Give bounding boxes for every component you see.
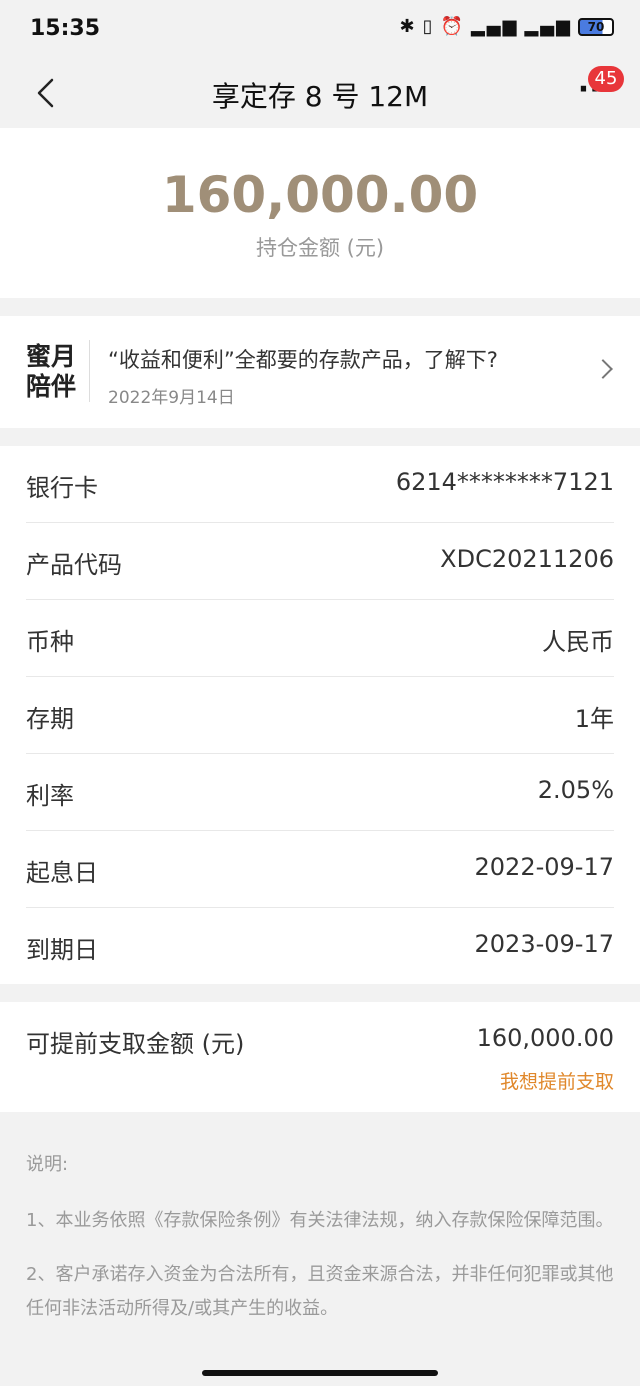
promo-logo-line1: 蜜月 [26,342,77,371]
nav-bar: 享定存 8 号 12M ··· 45 [0,58,640,128]
detail-label: 银行卡 [26,474,98,502]
promo-banner[interactable]: 蜜月 陪伴 “收益和便利”全都要的存款产品，了解下? 2022年9月14日 [0,316,640,428]
note-item: 2、客户承诺存入资金为合法所有，且资金来源合法，并非任何犯罪或其他任何非法活动所… [26,1264,614,1319]
promo-divider [89,340,90,402]
alarm-icon: ⏰ [440,16,465,37]
detail-row-value-date: 起息日 2022-09-17 [26,831,614,908]
vibrate-icon: ▯ [422,16,435,37]
battery-icon: 70 [578,17,614,36]
detail-label: 币种 [26,628,74,656]
detail-value: 2.05% [537,776,614,804]
detail-label: 到期日 [26,936,98,964]
notes-section: 说明: 1、本业务依照《存款保险条例》有关法律法规，纳入存款保险保障范围。 2、… [26,1148,616,1346]
holding-amount-label: 持仓金额 (元) [255,236,385,260]
status-time: 15:35 [30,16,101,41]
status-bar: 15:35 ✱ ▯ ⏰ ▂▄▆ ▂▄▆ 70 [0,0,640,58]
detail-value: 1年 [574,705,614,733]
promo-logo: 蜜月 陪伴 [26,342,82,402]
signal-icon: ▂▄▆ [470,16,519,37]
detail-value: 6214********7121 [395,468,614,496]
signal-2-icon: ▂▄▆ [524,16,572,37]
promo-date: 2022年9月14日 [108,388,235,408]
detail-label: 产品代码 [26,551,122,579]
detail-row-bank-card: 银行卡 6214********7121 [26,446,614,523]
detail-row-term: 存期 1年 [26,677,614,754]
note-item: 1、本业务依照《存款保险条例》有关法律法规，纳入存款保险保障范围。 [26,1210,614,1231]
detail-row-currency: 币种 人民币 [26,600,614,677]
detail-row-interest-rate: 利率 2.05% [26,754,614,831]
battery-level: 70 [587,19,605,34]
chevron-right-icon [593,359,613,379]
detail-label: 存期 [26,705,74,733]
detail-row-product-code: 产品代码 XDC20211206 [26,523,614,600]
notes-title: 说明: [26,1154,69,1175]
promo-logo-line2: 陪伴 [26,372,77,401]
page-title: 享定存 8 号 12M [211,80,429,113]
home-indicator[interactable] [202,1370,438,1376]
early-withdrawal-section: 可提前支取金额 (元) 160,000.00 我想提前支取 [0,1002,640,1112]
withdrawable-amount: 160,000.00 [476,1024,614,1052]
bluetooth-icon: ✱ [399,16,417,37]
detail-value: XDC20211206 [440,545,614,573]
detail-value: 2023-09-17 [474,930,614,958]
early-withdraw-link[interactable]: 我想提前支取 [500,1067,614,1094]
detail-label: 起息日 [26,859,98,887]
holding-amount: 160,000.00 [161,166,479,224]
promo-text: “收益和便利”全都要的存款产品，了解下? [108,348,498,372]
product-details: 银行卡 6214********7121 产品代码 XDC20211206 币种… [0,446,640,984]
withdrawable-amount-label: 可提前支取金额 (元) [26,1030,245,1058]
detail-row-maturity-date: 到期日 2023-09-17 [26,908,614,985]
holding-amount-card: 160,000.00 持仓金额 (元) [0,128,640,298]
notification-badge: 45 [588,66,624,92]
detail-label: 利率 [26,782,74,810]
detail-value: 2022-09-17 [474,853,614,881]
detail-value: 人民币 [542,628,614,656]
status-icons: ✱ ▯ ⏰ ▂▄▆ ▂▄▆ 70 [400,16,614,37]
